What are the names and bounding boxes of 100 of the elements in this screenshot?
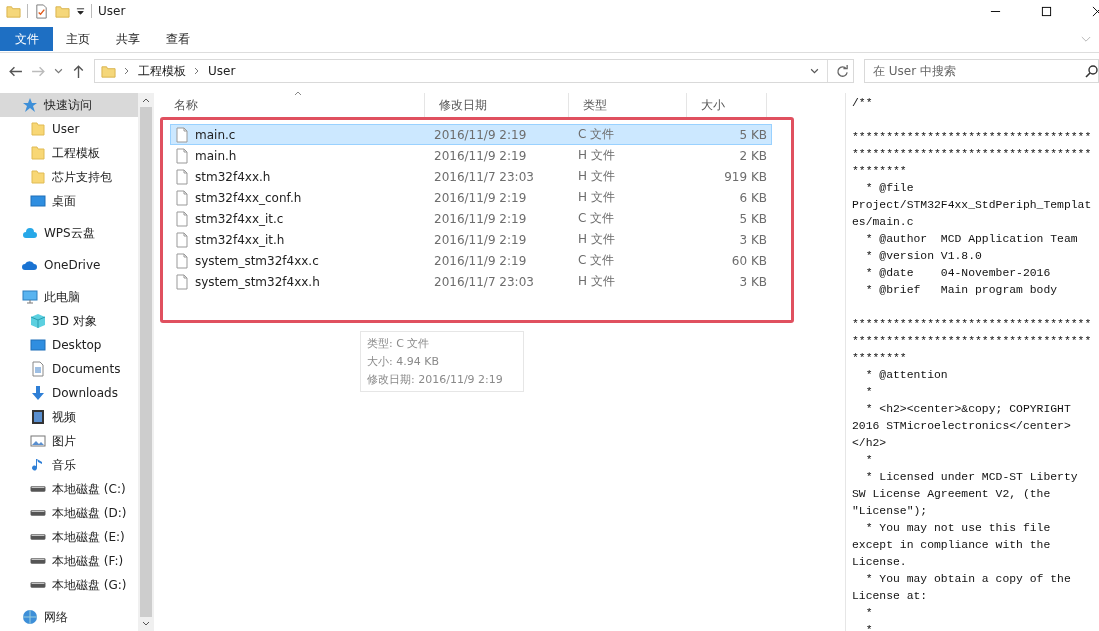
code-line: es/main.c: [852, 215, 915, 230]
nav-item[interactable]: 快速访问: [0, 93, 138, 117]
nav-item[interactable]: 工程模板: [0, 141, 138, 165]
nav-item[interactable]: 图片: [0, 429, 138, 453]
code-line: Project/STM32F4xx_StdPeriph_Templat: [852, 198, 1093, 213]
maximize-icon[interactable]: [1041, 5, 1052, 17]
nav-item[interactable]: Documents: [0, 357, 138, 381]
code-line: SW License Agreement V2, (the: [852, 487, 1052, 502]
column-header[interactable]: 修改日期: [425, 93, 569, 117]
ribbon-tab[interactable]: 共享: [103, 27, 153, 51]
checklist-icon[interactable]: [34, 3, 49, 19]
nav-item[interactable]: Downloads: [0, 381, 138, 405]
date-cell-text: 2016/11/9 2:19: [433, 127, 528, 142]
file-row[interactable]: main.c 2016/11/9 2:19 C 文件 5 KB: [170, 124, 772, 145]
code-line: * @date 04-November-2016: [864, 266, 1052, 281]
scroll-down-icon[interactable]: [142, 621, 150, 627]
date-cell-text: 2016/11/7 23:03: [433, 169, 535, 184]
file-name: stm32f4xx.h: [195, 169, 271, 184]
file-icon: [176, 252, 188, 269]
nav-item[interactable]: WPS云盘: [0, 221, 138, 245]
type-cell-text: H 文件: [577, 231, 616, 248]
nav-item[interactable]: Desktop: [0, 333, 138, 357]
code-line: * @file: [864, 181, 915, 196]
file-name: main.h: [195, 148, 237, 163]
scroll-thumb[interactable]: [140, 107, 152, 617]
date-cell-text: 2016/11/9 2:19: [433, 190, 528, 205]
nav-item[interactable]: 3D 对象: [0, 309, 138, 333]
scrollbar[interactable]: [138, 93, 154, 631]
nav-item[interactable]: 本地磁盘 (D:): [0, 501, 138, 525]
window-title: User: [98, 4, 126, 18]
nav-item[interactable]: 此电脑: [0, 285, 138, 309]
file-icon: [176, 168, 188, 185]
chevron-down-icon[interactable]: [810, 67, 819, 75]
file-row[interactable]: stm32f4xx.h 2016/11/7 23:03 H 文件 919 KB: [170, 166, 772, 187]
code-line: *: [864, 606, 874, 621]
star-icon: [22, 97, 38, 113]
size-cell-text: 60 KB: [730, 253, 768, 268]
code-line: ***********************************: [852, 334, 1093, 349]
file-row[interactable]: stm32f4xx_it.h 2016/11/9 2:19 H 文件 3 KB: [170, 229, 772, 250]
size-cell-text: 3 KB: [738, 274, 768, 289]
nav-item[interactable]: OneDrive: [0, 253, 138, 277]
date-cell-text: 2016/11/9 2:19: [433, 253, 528, 268]
cube-icon: [30, 313, 46, 329]
search-field[interactable]: 在 User 中搜索: [864, 59, 1099, 83]
nav-item[interactable]: 桌面: [0, 189, 138, 213]
nav-item[interactable]: 芯片支持包: [0, 165, 138, 189]
ribbon-tab[interactable]: 主页: [53, 27, 103, 51]
type-cell-text: H 文件: [577, 189, 616, 206]
file-name: stm32f4xx_it.h: [195, 232, 285, 247]
ribbon-tab[interactable]: 文件: [0, 27, 53, 51]
code-line: </h2>: [852, 436, 888, 451]
download-icon: [30, 385, 46, 401]
nav-item[interactable]: 本地磁盘 (G:): [0, 573, 138, 597]
file-row[interactable]: stm32f4xx_conf.h 2016/11/9 2:19 H 文件 6 KB: [170, 187, 772, 208]
code-line: ********: [852, 351, 908, 366]
desktop-icon: [30, 193, 46, 209]
picture-icon: [30, 433, 46, 449]
file-row[interactable]: main.h 2016/11/9 2:19 H 文件 2 KB: [170, 145, 772, 166]
address-bar[interactable]: 工程模板 User: [94, 59, 854, 83]
ribbon-tab[interactable]: 查看: [153, 27, 203, 51]
nav-item[interactable]: User: [0, 117, 138, 141]
breadcrumb[interactable]: 工程模板: [138, 62, 186, 80]
code-line: /**: [852, 96, 874, 111]
nav-item[interactable]: 本地磁盘 (C:): [0, 477, 138, 501]
code-line: ***********************************: [852, 317, 1093, 332]
column-header[interactable]: 类型: [569, 93, 687, 117]
chevron-down-icon[interactable]: [54, 67, 63, 75]
file-row[interactable]: system_stm32f4xx.h 2016/11/7 23:03 H 文件 3 KB: [170, 271, 772, 292]
file-row[interactable]: stm32f4xx_it.c 2016/11/9 2:19 C 文件 5 KB: [170, 208, 772, 229]
code-line: *: [864, 385, 874, 400]
file-icon: [176, 147, 188, 164]
nav-item[interactable]: 网络: [0, 605, 138, 629]
nav-item[interactable]: 音乐: [0, 453, 138, 477]
column-header[interactable]: 大小: [687, 93, 767, 117]
nav-item[interactable]: 本地磁盘 (F:): [0, 549, 138, 573]
size-cell-text: 919 KB: [723, 169, 768, 184]
file-row[interactable]: system_stm32f4xx.c 2016/11/9 2:19 C 文件 60 KB: [170, 250, 772, 271]
refresh-icon[interactable]: [836, 64, 849, 78]
code-line: except in compliance with the: [852, 538, 1052, 553]
code-line: ***********************************: [852, 130, 1093, 145]
nav-item[interactable]: 视频: [0, 405, 138, 429]
code-line: ***********************************: [852, 147, 1093, 162]
pc-icon: [22, 289, 38, 305]
type-cell-text: H 文件: [577, 147, 616, 164]
code-line: * @attention: [864, 368, 949, 383]
date-cell-text: 2016/11/9 2:19: [433, 148, 528, 163]
dropdown-icon[interactable]: [76, 6, 85, 16]
video-icon: [30, 409, 46, 425]
file-name: system_stm32f4xx.h: [195, 274, 320, 289]
type-cell-text: C 文件: [577, 126, 616, 143]
search-icon[interactable]: [1085, 64, 1099, 78]
breadcrumb[interactable]: User: [208, 64, 236, 78]
nav-item[interactable]: 本地磁盘 (E:): [0, 525, 138, 549]
code-line: *: [864, 453, 874, 468]
column-header[interactable]: 名称: [160, 93, 425, 117]
size-cell-text: 3 KB: [738, 232, 768, 247]
file-icon: [176, 189, 188, 206]
code-line: * @author MCD Application Team: [864, 232, 1079, 247]
up-arrow-icon[interactable]: [71, 63, 86, 79]
scroll-up-icon[interactable]: [142, 97, 150, 103]
